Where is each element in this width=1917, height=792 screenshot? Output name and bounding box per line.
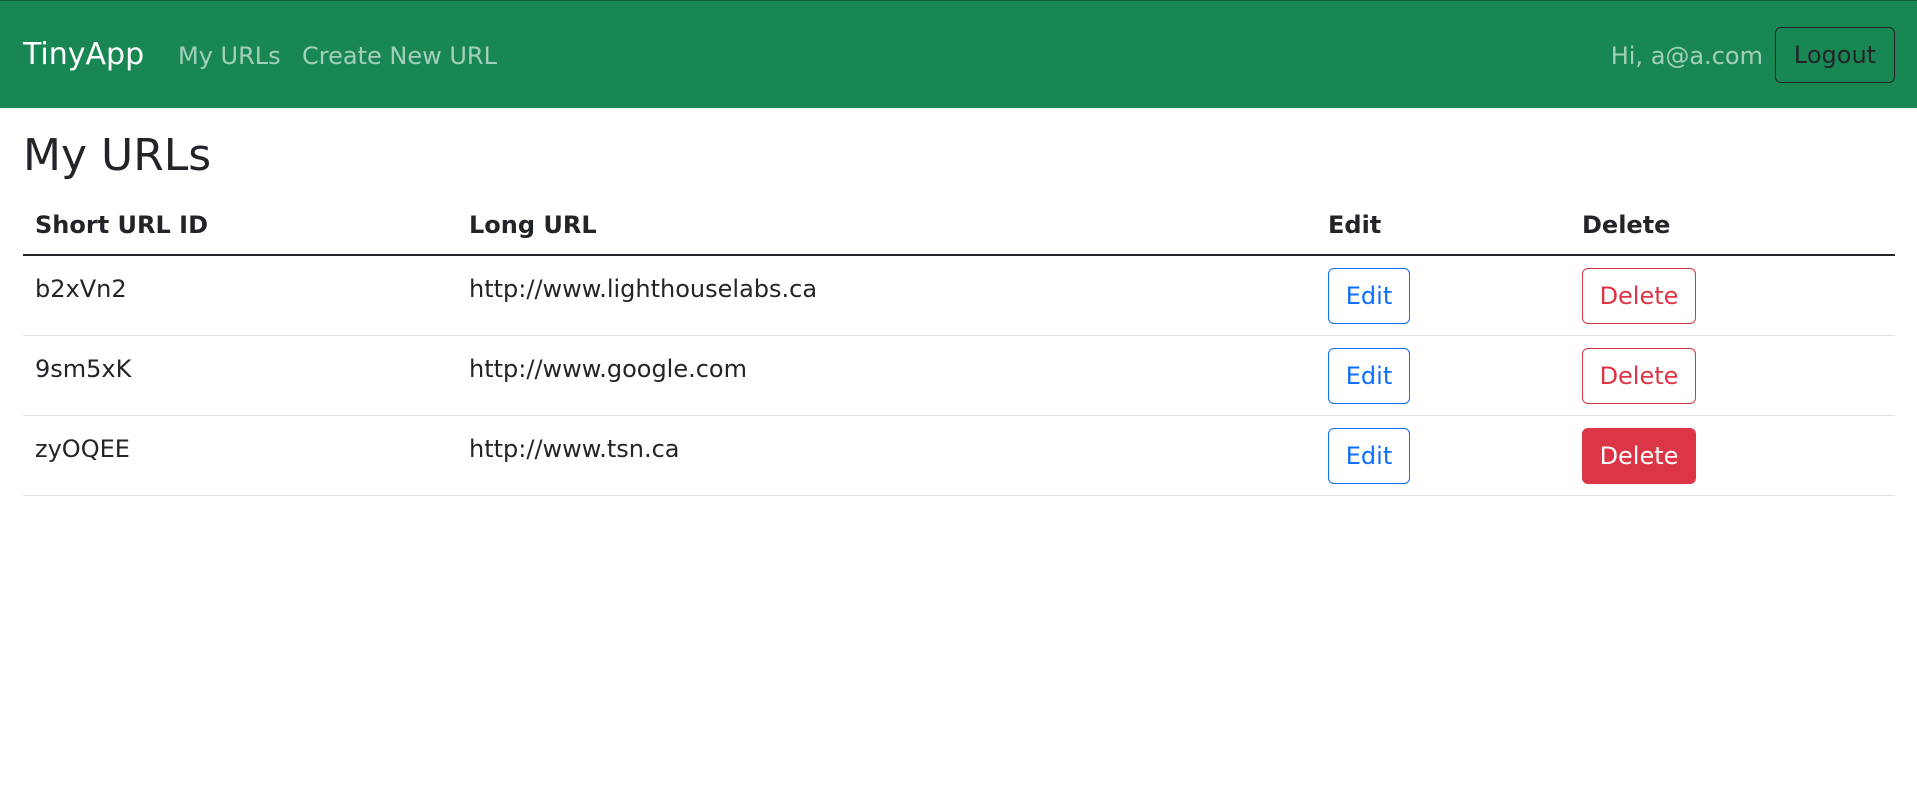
column-header-long-url: Long URL (457, 196, 1316, 256)
column-header-edit: Edit (1316, 196, 1570, 256)
short-url-id: 9sm5xK (35, 354, 132, 383)
delete-cell: Delete (1570, 415, 1895, 496)
edit-cell: Edit (1316, 415, 1570, 496)
delete-button-hovered[interactable]: Delete (1582, 427, 1696, 484)
long-url: http://www.tsn.ca (469, 434, 680, 463)
short-url-id-cell: b2xVn2 (23, 255, 457, 336)
nav-link-create-new-url[interactable]: Create New URL (302, 39, 497, 73)
table-row: 9sm5xK http://www.google.com Edit Delete (23, 335, 1895, 416)
logout-button[interactable]: Logout (1775, 27, 1895, 83)
table-header-row: Short URL ID Long URL Edit Delete (23, 196, 1895, 256)
table-row: zyOQEE http://www.tsn.ca Edit Delete (23, 415, 1895, 496)
long-url-cell: http://www.lighthouselabs.ca (457, 255, 1316, 336)
short-url-id-cell: 9sm5xK (23, 335, 457, 416)
edit-button[interactable]: Edit (1328, 427, 1410, 484)
edit-cell: Edit (1316, 335, 1570, 416)
user-greeting: Hi, a@a.com (1610, 42, 1763, 70)
delete-button[interactable]: Delete (1582, 268, 1696, 324)
long-url-cell: http://www.tsn.ca (457, 415, 1316, 496)
column-header-delete: Delete (1570, 196, 1895, 256)
delete-cell: Delete (1570, 335, 1895, 416)
table-row: b2xVn2 http://www.lighthouselabs.ca Edit… (23, 255, 1895, 336)
short-url-id: zyOQEE (35, 434, 130, 463)
column-header-short-url-id: Short URL ID (23, 196, 457, 256)
top-navbar: TinyApp My URLs Create New URL Hi, a@a.c… (0, 0, 1917, 108)
nav-link-my-urls[interactable]: My URLs (178, 39, 281, 73)
long-url-cell: http://www.google.com (457, 335, 1316, 416)
long-url: http://www.google.com (469, 354, 747, 383)
short-url-id: b2xVn2 (35, 275, 127, 303)
delete-button[interactable]: Delete (1582, 347, 1696, 404)
edit-cell: Edit (1316, 255, 1570, 336)
urls-table: Short URL ID Long URL Edit Delete b2xVn2… (23, 196, 1895, 496)
page-title: My URLs (23, 130, 212, 181)
edit-button[interactable]: Edit (1328, 347, 1410, 404)
short-url-id-cell: zyOQEE (23, 415, 457, 496)
edit-button[interactable]: Edit (1328, 268, 1410, 324)
brand-link[interactable]: TinyApp (23, 33, 144, 77)
delete-cell: Delete (1570, 255, 1895, 336)
long-url: http://www.lighthouselabs.ca (469, 275, 818, 303)
